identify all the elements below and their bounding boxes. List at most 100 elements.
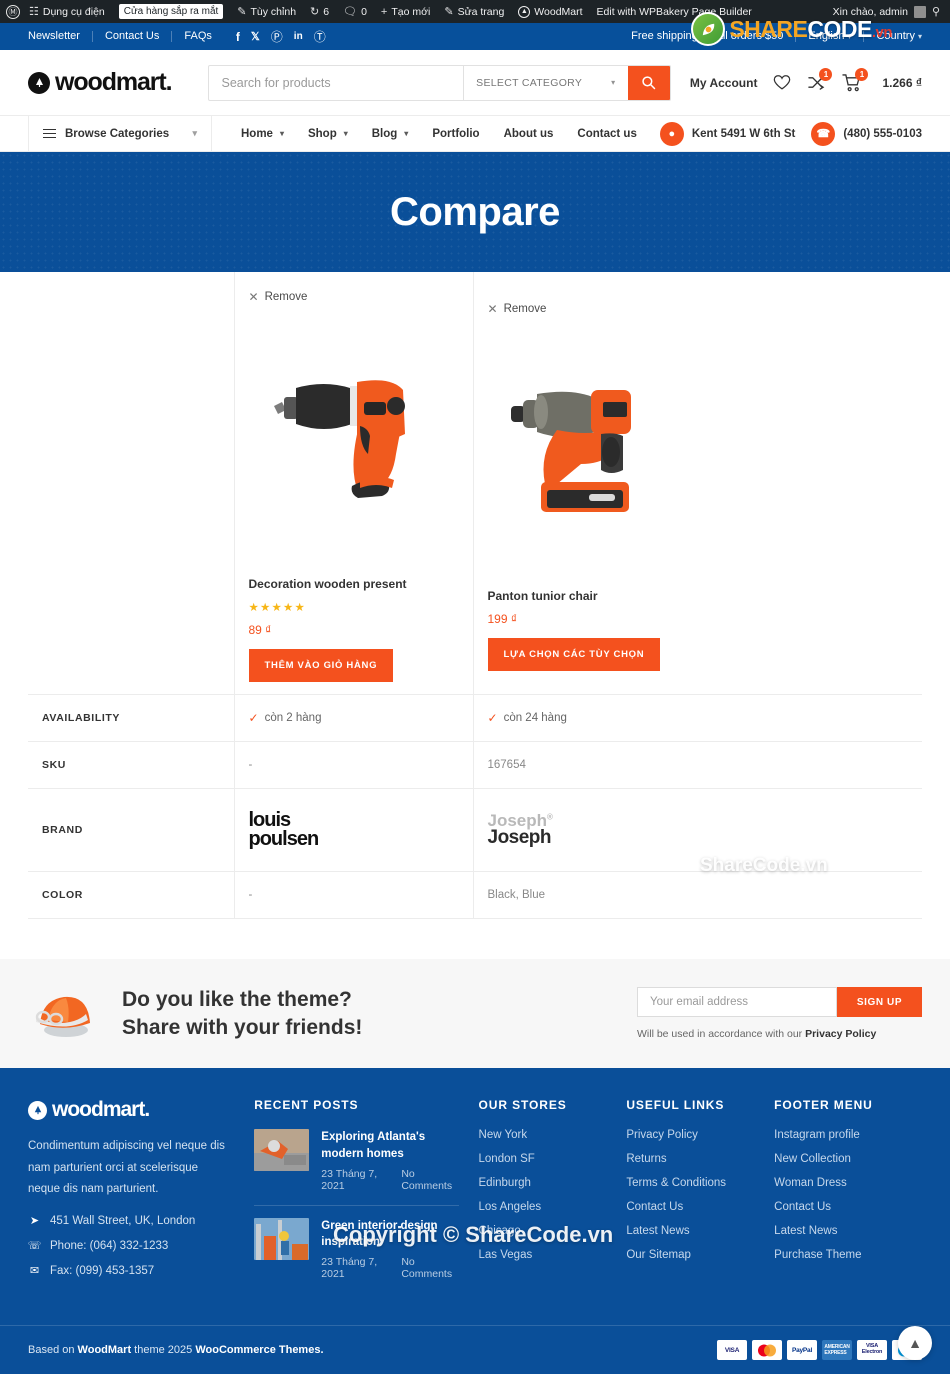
- compare-button[interactable]: 1: [807, 68, 833, 91]
- topbar-link-contact[interactable]: Contact Us: [93, 31, 173, 42]
- my-account-link[interactable]: My Account: [690, 76, 758, 90]
- language-switcher[interactable]: English ▾: [796, 31, 865, 42]
- adminbar-item-comments[interactable]: 🗨 0: [336, 5, 374, 19]
- topbar-link-newsletter[interactable]: Newsletter: [28, 31, 93, 42]
- category-select[interactable]: SELECT CATEGORY ▾: [463, 65, 627, 100]
- list-item[interactable]: Exploring Atlanta's modern homes 23 Thán…: [254, 1129, 459, 1206]
- footer-link-useful[interactable]: Privacy Policy: [626, 1129, 774, 1141]
- wishlist-button[interactable]: [773, 74, 791, 91]
- adminbar-item-edit-page[interactable]: ✎ Sửa trang: [437, 5, 511, 19]
- footer-column-menu: FOOTER MENU Instagram profile New Collec…: [774, 1098, 922, 1305]
- footer-link-menu[interactable]: New Collection: [774, 1153, 922, 1165]
- footer-link-store[interactable]: Chicago: [479, 1225, 627, 1237]
- site-logo[interactable]: woodmart.: [28, 68, 173, 97]
- store-address[interactable]: ● Kent 5491 W 6th St: [659, 121, 796, 146]
- compare-empty-corner: [28, 272, 234, 695]
- email-field[interactable]: [637, 987, 837, 1018]
- nav-item-home[interactable]: Home ▾: [230, 128, 295, 140]
- adminbar-item-site[interactable]: ☷ Dụng cụ điện: [22, 5, 112, 19]
- store-phone[interactable]: ☎ (480) 555-0103: [811, 121, 922, 146]
- footer-link-store[interactable]: Los Angeles: [479, 1201, 627, 1213]
- nav-item-shop[interactable]: Shop ▾: [297, 128, 359, 140]
- footer-heading: RECENT POSTS: [254, 1098, 359, 1113]
- pinterest-icon[interactable]: Ⓟ: [271, 28, 283, 45]
- product-title[interactable]: Panton tunior chair: [488, 589, 699, 603]
- check-icon: ✓: [487, 711, 498, 725]
- stock-label: còn 2 hàng: [264, 712, 322, 724]
- signup-button[interactable]: SIGN UP: [837, 987, 922, 1018]
- footer-link-menu[interactable]: Latest News: [774, 1225, 922, 1237]
- privacy-policy-link[interactable]: Privacy Policy: [805, 1028, 876, 1040]
- nav-item-contact-us[interactable]: Contact us: [566, 128, 647, 140]
- nav-item-about-us[interactable]: About us: [493, 128, 565, 140]
- post-comments: No Comments: [401, 1256, 453, 1281]
- browse-categories-button[interactable]: Browse Categories ▾: [28, 116, 212, 151]
- telegram-icon[interactable]: Ⓣ: [314, 28, 326, 45]
- adminbar-item-woodmart[interactable]: ▲ WoodMart: [511, 5, 589, 18]
- footer-link-store[interactable]: London SF: [479, 1153, 627, 1165]
- footer-link-store[interactable]: Edinburgh: [479, 1177, 627, 1189]
- footer-link-useful[interactable]: Latest News: [626, 1225, 774, 1237]
- product-title[interactable]: Decoration wooden present: [249, 577, 459, 591]
- row-label: AVAILABILITY: [42, 712, 120, 724]
- scroll-to-top-button[interactable]: ▲: [898, 1326, 932, 1361]
- footer-link-menu[interactable]: Contact Us: [774, 1201, 922, 1213]
- nav-item-blog[interactable]: Blog ▾: [361, 128, 420, 140]
- remove-product-button[interactable]: ✕ Remove: [249, 284, 308, 314]
- nav-menu: Home ▾ Shop ▾ Blog ▾ Portfolio About us Con…: [230, 116, 648, 151]
- footer-contact-text: Fax: (099) 453-1357: [50, 1264, 155, 1277]
- adminbar-item-new[interactable]: + Tạo mới: [374, 6, 437, 18]
- footer-logo[interactable]: woodmart.: [28, 1098, 230, 1122]
- adminbar-item-wpbakery[interactable]: Edit with WPBakery Page Builder: [590, 6, 759, 18]
- adminbar-item-updates[interactable]: ↻ 6: [303, 5, 336, 19]
- footer-link-menu[interactable]: Purchase Theme: [774, 1249, 922, 1261]
- wordpress-icon[interactable]: Ⓜ: [6, 4, 20, 19]
- footer-link-menu[interactable]: Woman Dress: [774, 1177, 922, 1189]
- footer-link-useful[interactable]: Returns: [626, 1153, 774, 1165]
- row-value: 167654: [472, 741, 712, 789]
- compare-empty-cell: [712, 695, 817, 742]
- pencil-icon: ✎: [444, 6, 454, 18]
- footer-link-store[interactable]: New York: [479, 1129, 627, 1141]
- post-title[interactable]: Green interior design inspiration: [321, 1218, 458, 1251]
- cart-button[interactable]: 1: [842, 67, 869, 92]
- footer-description: Condimentum adipiscing vel neque dis nam…: [28, 1140, 225, 1195]
- nav-item-portfolio[interactable]: Portfolio: [421, 128, 490, 140]
- footer-link-store[interactable]: Las Vegas: [479, 1249, 627, 1261]
- footer-link-useful[interactable]: Contact Us: [626, 1201, 774, 1213]
- x-twitter-icon[interactable]: 𝕏: [251, 30, 260, 43]
- select-options-button[interactable]: LỰA CHỌN CÁC TÙY CHỌN: [487, 637, 661, 671]
- post-title[interactable]: Exploring Atlanta's modern homes: [321, 1129, 458, 1162]
- footer-column-about: woodmart. Condimentum adipiscing vel neq…: [28, 1098, 254, 1305]
- adminbar-item-customize[interactable]: ✎ Tùy chỉnh: [230, 5, 303, 19]
- facebook-icon[interactable]: f: [236, 30, 240, 44]
- hamburger-icon: [43, 128, 56, 139]
- table-row: SKU - 167654: [28, 741, 922, 789]
- country-switcher[interactable]: Country ▾: [864, 31, 922, 42]
- add-to-cart-button[interactable]: THÊM VÀO GIỎ HÀNG: [248, 649, 394, 682]
- product-image[interactable]: [487, 325, 698, 576]
- post-meta: 23 Tháng 7, 2021 No Comments: [321, 1168, 458, 1192]
- adminbar-item-coming-soon[interactable]: Cửa hàng sắp ra mắt: [112, 4, 231, 19]
- footer-contact-fax: ✉ Fax: (099) 453-1357: [28, 1264, 230, 1278]
- remove-label: Remove: [503, 302, 547, 315]
- store-phone-label: (480) 555-0103: [843, 127, 922, 140]
- adminbar-account[interactable]: Xin chào, admin ⚲: [833, 5, 944, 18]
- compare-empty-cell: [712, 742, 817, 789]
- store-address-label: Kent 5491 W 6th St: [691, 127, 796, 140]
- post-thumbnail: [254, 1129, 310, 1172]
- footer-link-useful[interactable]: Terms & Conditions: [626, 1177, 774, 1189]
- list-item[interactable]: Green interior design inspiration 23 Thá…: [254, 1217, 458, 1293]
- topbar-link-faqs[interactable]: FAQs: [172, 31, 224, 42]
- updates-icon: ↻: [310, 6, 320, 18]
- product-image[interactable]: [248, 314, 459, 564]
- search-submit-button[interactable]: [627, 65, 670, 100]
- footer-link-useful[interactable]: Our Sitemap: [626, 1249, 774, 1261]
- footer-link-menu[interactable]: Instagram profile: [774, 1129, 922, 1141]
- search-input[interactable]: [208, 65, 464, 100]
- linkedin-icon[interactable]: in: [294, 31, 303, 42]
- search-icon[interactable]: ⚲: [932, 5, 940, 18]
- compare-table: ✕ Remove Decoration wooden present ★★★★★…: [28, 272, 922, 919]
- adminbar-greeting: Xin chào, admin: [832, 5, 908, 18]
- remove-product-button[interactable]: ✕ Remove: [488, 296, 547, 326]
